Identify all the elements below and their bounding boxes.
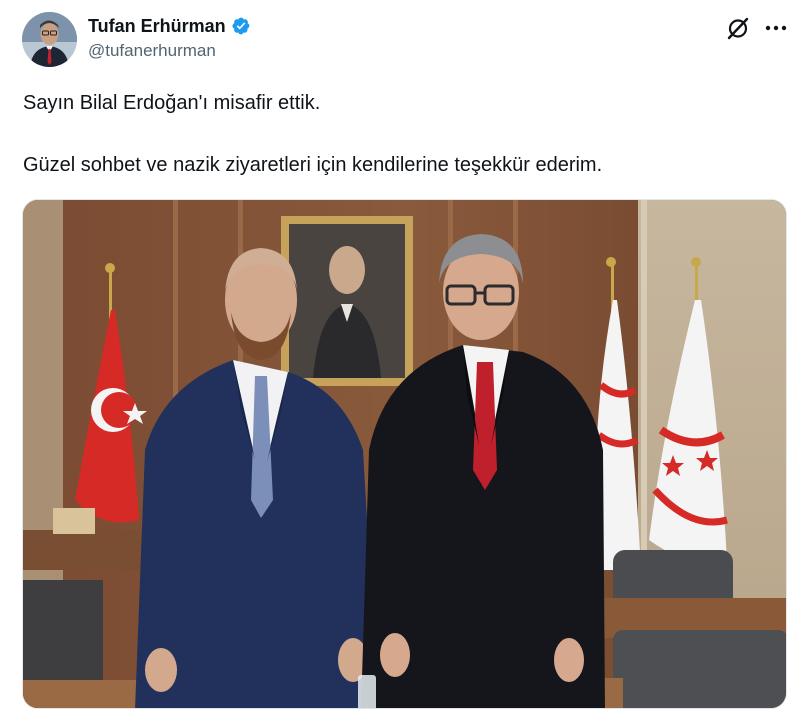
photo-image — [23, 200, 786, 708]
author-avatar[interactable] — [22, 12, 77, 67]
grok-icon[interactable] — [724, 14, 752, 42]
tweet-photo[interactable] — [22, 199, 787, 709]
author-display-name[interactable]: Tufan Erhürman — [88, 16, 226, 37]
avatar-image — [22, 12, 77, 67]
author-handle[interactable]: @tufanerhurman — [88, 41, 251, 61]
author-name-row: Tufan Erhürman — [88, 14, 251, 38]
more-horizontal-icon[interactable] — [762, 14, 790, 42]
tweet-text-line-2: Güzel sohbet ve nazik ziyaretleri için k… — [23, 154, 603, 176]
author-block: Tufan Erhürman @tufanerhurman — [88, 14, 251, 61]
verified-badge-icon — [231, 16, 251, 36]
tweet-text-line-1: Sayın Bilal Erdoğan'ı misafir ettik. — [23, 92, 321, 114]
tweet-text: Sayın Bilal Erdoğan'ı misafir ettik. Güz… — [23, 90, 783, 178]
tweet: Tufan Erhürman @tufanerhurman Sayın Bila… — [0, 0, 810, 723]
